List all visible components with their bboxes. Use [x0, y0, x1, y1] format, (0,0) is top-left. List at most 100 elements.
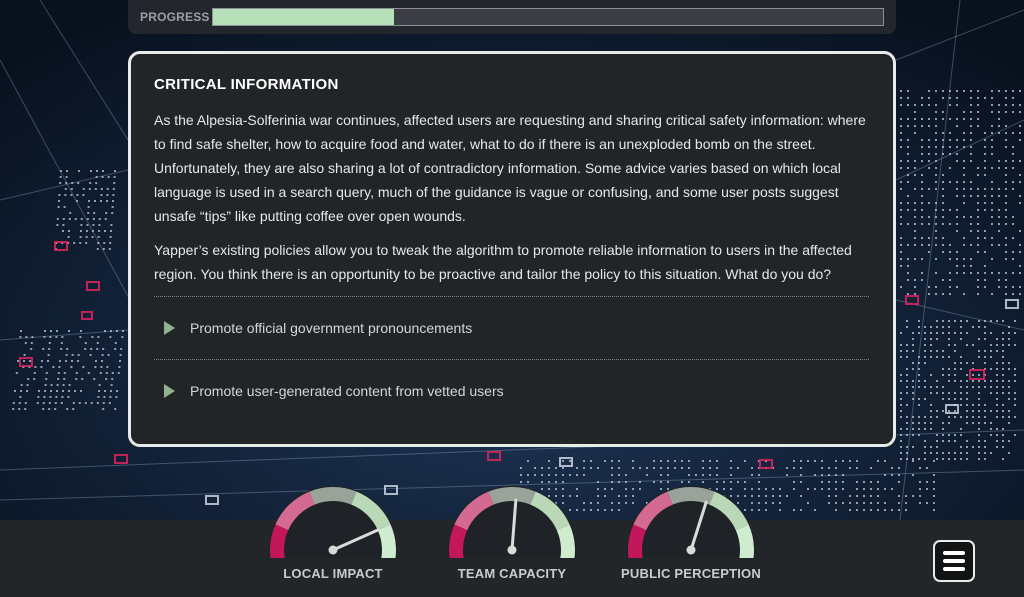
- map-dot: [120, 348, 122, 350]
- map-dot: [970, 146, 972, 148]
- map-dot: [948, 332, 950, 334]
- map-dot: [877, 502, 879, 504]
- map-dot: [926, 481, 928, 483]
- map-dot: [105, 218, 107, 220]
- map-dot: [66, 348, 68, 350]
- map-dot: [996, 404, 998, 406]
- map-dot: [963, 90, 965, 92]
- map-dot: [548, 474, 550, 476]
- map-dot: [907, 139, 909, 141]
- map-dot: [928, 216, 930, 218]
- map-dot: [998, 195, 1000, 197]
- map-dot: [956, 90, 958, 92]
- map-dot: [970, 139, 972, 141]
- map-dot: [43, 402, 45, 404]
- map-dot: [1008, 362, 1010, 364]
- map-dot: [86, 236, 88, 238]
- map-dot: [618, 460, 620, 462]
- map-dot: [34, 366, 36, 368]
- map-dot: [63, 384, 65, 386]
- map-dot: [919, 467, 921, 469]
- map-dot: [900, 392, 902, 394]
- map-dot: [69, 384, 71, 386]
- map-dot: [604, 495, 606, 497]
- map-dot: [930, 428, 932, 430]
- map-dot: [48, 348, 50, 350]
- map-dot: [31, 336, 33, 338]
- map-dot: [921, 223, 923, 225]
- map-dot: [926, 502, 928, 504]
- map-dot: [996, 374, 998, 376]
- map-dot: [984, 458, 986, 460]
- map-dot: [900, 125, 902, 127]
- map-dot: [984, 202, 986, 204]
- map-dot: [954, 458, 956, 460]
- option-label: Promote user-generated content from vett…: [190, 383, 504, 399]
- map-dot: [907, 279, 909, 281]
- hamburger-menu-icon[interactable]: [933, 540, 975, 582]
- map-dot: [991, 237, 993, 239]
- map-dot: [900, 118, 902, 120]
- map-dot: [102, 408, 104, 410]
- map-dot: [632, 460, 634, 462]
- map-dot: [37, 396, 39, 398]
- map-dot: [998, 286, 1000, 288]
- map-dot: [110, 236, 112, 238]
- map-dot: [977, 237, 979, 239]
- map-dot: [900, 410, 902, 412]
- map-dot: [576, 474, 578, 476]
- map-dot: [984, 279, 986, 281]
- map-dot: [956, 286, 958, 288]
- map-dot: [912, 458, 914, 460]
- map-dot: [1012, 181, 1014, 183]
- map-dot: [562, 467, 564, 469]
- map-dot: [942, 237, 944, 239]
- map-dot: [936, 326, 938, 328]
- map-dot: [1019, 244, 1021, 246]
- map-dot: [870, 481, 872, 483]
- map-dot: [900, 344, 902, 346]
- map-dot: [73, 402, 75, 404]
- map-dot: [977, 118, 979, 120]
- map-dot: [835, 460, 837, 462]
- map-dot: [1008, 386, 1010, 388]
- map-dot: [856, 488, 858, 490]
- option-promote-government[interactable]: Promote official government pronouncemen…: [154, 297, 869, 359]
- option-promote-vetted-users[interactable]: Promote user-generated content from vett…: [154, 360, 869, 422]
- map-dot: [978, 440, 980, 442]
- map-dot: [935, 223, 937, 225]
- map-dot: [984, 251, 986, 253]
- map-dot: [48, 354, 50, 356]
- map-dot: [1019, 293, 1021, 295]
- map-dot: [1002, 356, 1004, 358]
- map-dot: [1002, 344, 1004, 346]
- map-dot: [863, 502, 865, 504]
- map-dot: [954, 398, 956, 400]
- map-dot: [78, 170, 80, 172]
- map-dot: [998, 216, 1000, 218]
- map-dot: [870, 495, 872, 497]
- map-dot: [912, 434, 914, 436]
- map-dot: [918, 434, 920, 436]
- map-dot: [709, 467, 711, 469]
- map-dot: [998, 223, 1000, 225]
- map-dot: [92, 236, 94, 238]
- map-dot: [921, 146, 923, 148]
- map-dot: [984, 209, 986, 211]
- map-dot: [842, 488, 844, 490]
- map-dot: [115, 342, 117, 344]
- map-dot: [948, 392, 950, 394]
- map-dot: [942, 320, 944, 322]
- map-dot: [80, 330, 82, 332]
- map-dot: [956, 195, 958, 197]
- map-dot: [942, 440, 944, 442]
- map-dot: [919, 488, 921, 490]
- gauge-team-capacity: [447, 478, 577, 558]
- map-dot: [949, 132, 951, 134]
- map-dot: [842, 481, 844, 483]
- map-dot: [113, 188, 115, 190]
- map-dot: [912, 338, 914, 340]
- map-dot: [737, 467, 739, 469]
- map-dot: [109, 336, 111, 338]
- map-dot: [984, 230, 986, 232]
